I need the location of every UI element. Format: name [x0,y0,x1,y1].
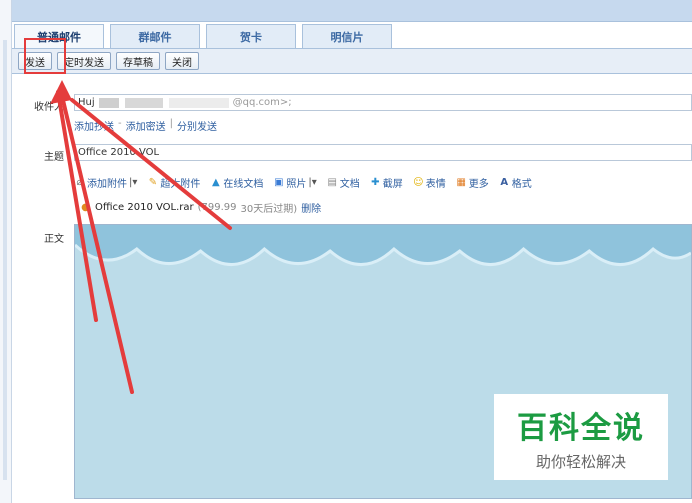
format-label: 格式 [511,178,532,190]
separator: - [118,118,122,129]
format-icon: A [500,176,509,188]
online-doc-label: 在线文档 [223,178,264,190]
redacted-block [124,97,163,108]
large-attachment-action[interactable]: ✎ 超大附件 [147,175,201,190]
body-label: 正文 [44,234,64,245]
photo-label: 照片 [286,178,307,190]
attachment-size: (799.99 [197,202,237,213]
delete-attachment-link[interactable]: 删除 [301,200,321,215]
to-label: 收件人 [34,102,64,113]
add-cc-link[interactable]: 添加抄送 [74,118,114,133]
watermark-title: 百科全说 [517,410,645,446]
cloud-stationery-decoration [75,225,691,266]
watermark-logo: 百科全说 助你轻松解决 [494,394,668,480]
left-panel-edge [0,0,12,503]
tab-group-mail[interactable]: 群邮件 [110,24,200,48]
to-field[interactable]: Huj @qq.com>; [74,94,692,111]
emoji-label: 表情 [425,178,446,190]
paperclip-icon: ⌀ [76,176,83,188]
separate-send-link[interactable]: 分别发送 [177,118,217,133]
document-label: 文档 [339,178,360,190]
emoji-icon: ☺ [413,176,424,188]
format-action[interactable]: A 格式 [499,175,532,190]
online-doc-action[interactable]: ▲ 在线文档 [210,175,263,190]
cloud-doc-icon: ▲ [212,176,220,188]
more-icon: ▦ [456,176,466,188]
send-button-highlight-box [24,38,66,74]
to-value-suffix: @qq.com>; [232,97,292,108]
photo-icon: ▣ [274,176,284,188]
tab-greeting-card[interactable]: 贺卡 [206,24,296,48]
redacted-block [98,97,119,108]
more-label: 更多 [468,178,489,190]
subject-field[interactable]: Office 2010 VOL [74,144,692,161]
recipient-links: 添加抄送 - 添加密送 | 分别发送 [74,118,217,133]
screenshot-label: 截屏 [382,178,403,190]
chevron-down-icon: |▾ [308,176,317,188]
attachment-toolbar: ⌀ 添加附件 |▾ ✎ 超大附件 ▲ 在线文档 ▣ 照片 |▾ ▤ 文档 ✚ 截… [74,174,692,190]
save-draft-button[interactable]: 存草稿 [116,52,160,70]
add-attachment-action[interactable]: ⌀ 添加附件 |▾ [74,175,137,190]
add-bcc-link[interactable]: 添加密送 [126,118,166,133]
chevron-down-icon: |▾ [129,176,138,188]
document-action[interactable]: ▤ 文档 [327,175,360,190]
emoji-action[interactable]: ☺ 表情 [413,175,446,190]
subject-label: 主题 [44,152,64,163]
attachment-item: ● Office 2010 VOL.rar (799.99 30天后过期) 删除 [80,200,321,215]
watermark-subtitle: 助你轻松解决 [535,452,626,471]
close-button[interactable]: 关闭 [165,52,199,70]
compose-type-tabs: 普通邮件 群邮件 贺卡 明信片 [14,22,392,48]
big-attach-icon: ✎ [148,176,158,188]
photo-action[interactable]: ▣ 照片 |▾ [273,175,317,190]
add-attachment-label: 添加附件 [87,178,127,190]
screenshot-action[interactable]: ✚ 截屏 [370,175,403,190]
subject-value: Office 2010 VOL [78,147,160,158]
attachment-file-icon: ● [81,202,90,213]
large-attachment-label: 超大附件 [160,178,201,190]
tab-postcard[interactable]: 明信片 [302,24,392,48]
attachment-expiry: 30天后过期) [240,204,298,215]
screenshot-icon: ✚ [371,176,380,188]
doc-icon: ▤ [327,176,337,188]
separator: | [169,118,173,129]
compose-toolbar: 发送 定时发送 存草稿 关闭 [12,48,692,74]
to-value-prefix: Huj [78,97,95,108]
redacted-block [168,97,229,108]
more-action[interactable]: ▦ 更多 [456,175,489,190]
top-header-bar [12,0,692,22]
attachment-name: Office 2010 VOL.rar [95,202,194,213]
